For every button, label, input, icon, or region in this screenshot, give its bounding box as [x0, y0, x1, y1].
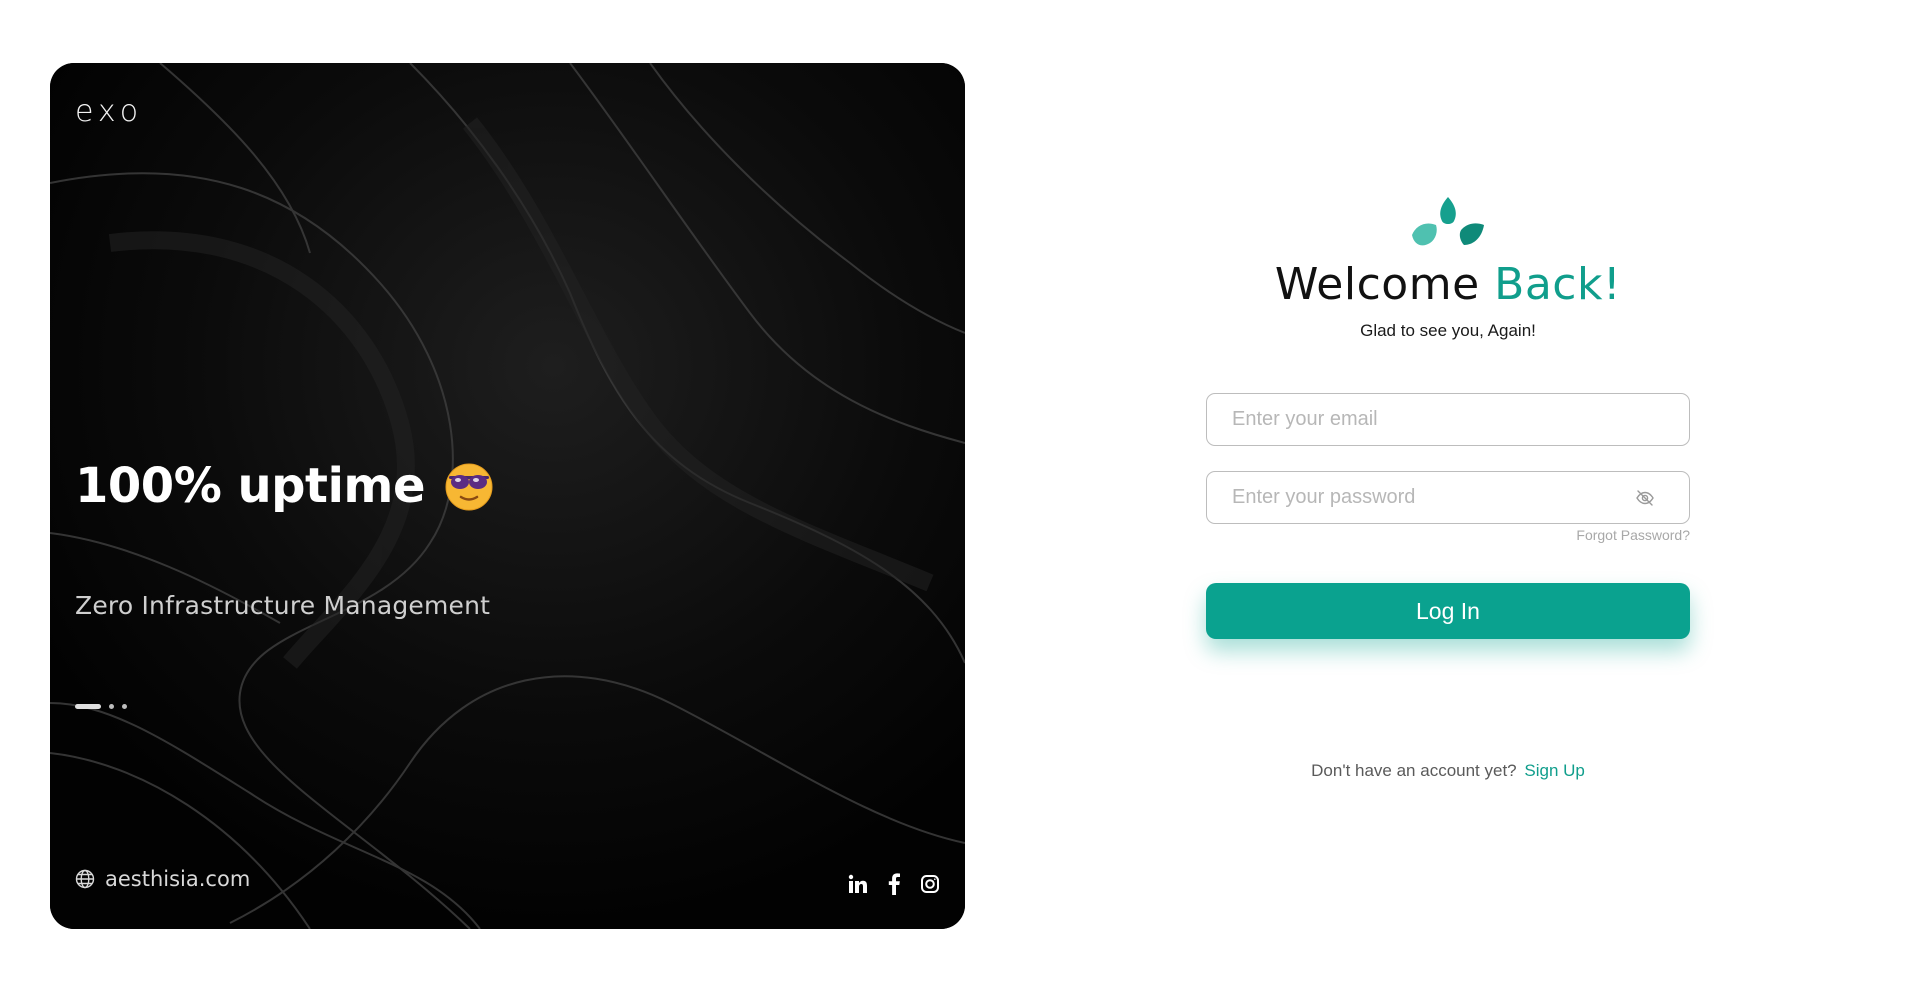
carousel-indicator[interactable]	[75, 704, 127, 709]
login-form: Welcome Back! Glad to see you, Again! Fo…	[1206, 195, 1690, 781]
hero-headline-text: 100% uptime	[75, 458, 426, 514]
eye-off-icon[interactable]	[1635, 488, 1655, 508]
forgot-password-link[interactable]: Forgot Password?	[1576, 527, 1690, 543]
instagram-icon[interactable]	[919, 873, 941, 895]
carousel-dot-active[interactable]	[75, 704, 101, 709]
welcome-tagline: Glad to see you, Again!	[1360, 321, 1536, 341]
globe-icon	[75, 869, 95, 889]
hero-subtitle: Zero Infrastructure Management	[75, 591, 491, 620]
signup-link[interactable]: Sign Up	[1524, 761, 1584, 780]
password-input[interactable]	[1207, 472, 1689, 524]
password-field-wrapper	[1206, 471, 1690, 525]
welcome-heading-word: Welcome	[1274, 259, 1480, 310]
linkedin-icon[interactable]	[847, 873, 869, 895]
sunglasses-emoji-icon	[445, 463, 493, 511]
facebook-icon[interactable]	[883, 873, 905, 895]
hero-panel: exo 100% uptime Zero Infrastructure Mana…	[50, 63, 965, 929]
login-page: exo 100% uptime Zero Infrastructure Mana…	[0, 0, 1920, 984]
social-links	[847, 873, 941, 895]
login-button[interactable]: Log In	[1206, 583, 1690, 640]
carousel-dot[interactable]	[109, 704, 114, 709]
leaf-logo-icon	[1412, 197, 1484, 246]
email-field-wrapper	[1206, 393, 1690, 447]
website-link-text: aesthisia.com	[105, 867, 251, 891]
email-input[interactable]	[1207, 394, 1689, 446]
signup-prompt: Don't have an account yet? Sign Up	[1311, 761, 1585, 781]
carousel-dot[interactable]	[122, 704, 127, 709]
hero-headline: 100% uptime	[75, 458, 495, 514]
brand-logo: exo	[75, 94, 144, 129]
website-link[interactable]: aesthisia.com	[75, 867, 250, 891]
welcome-heading: Welcome Back!	[1274, 259, 1622, 310]
signup-prompt-text: Don't have an account yet?	[1311, 761, 1517, 781]
welcome-heading-accent: Back!	[1494, 259, 1622, 310]
